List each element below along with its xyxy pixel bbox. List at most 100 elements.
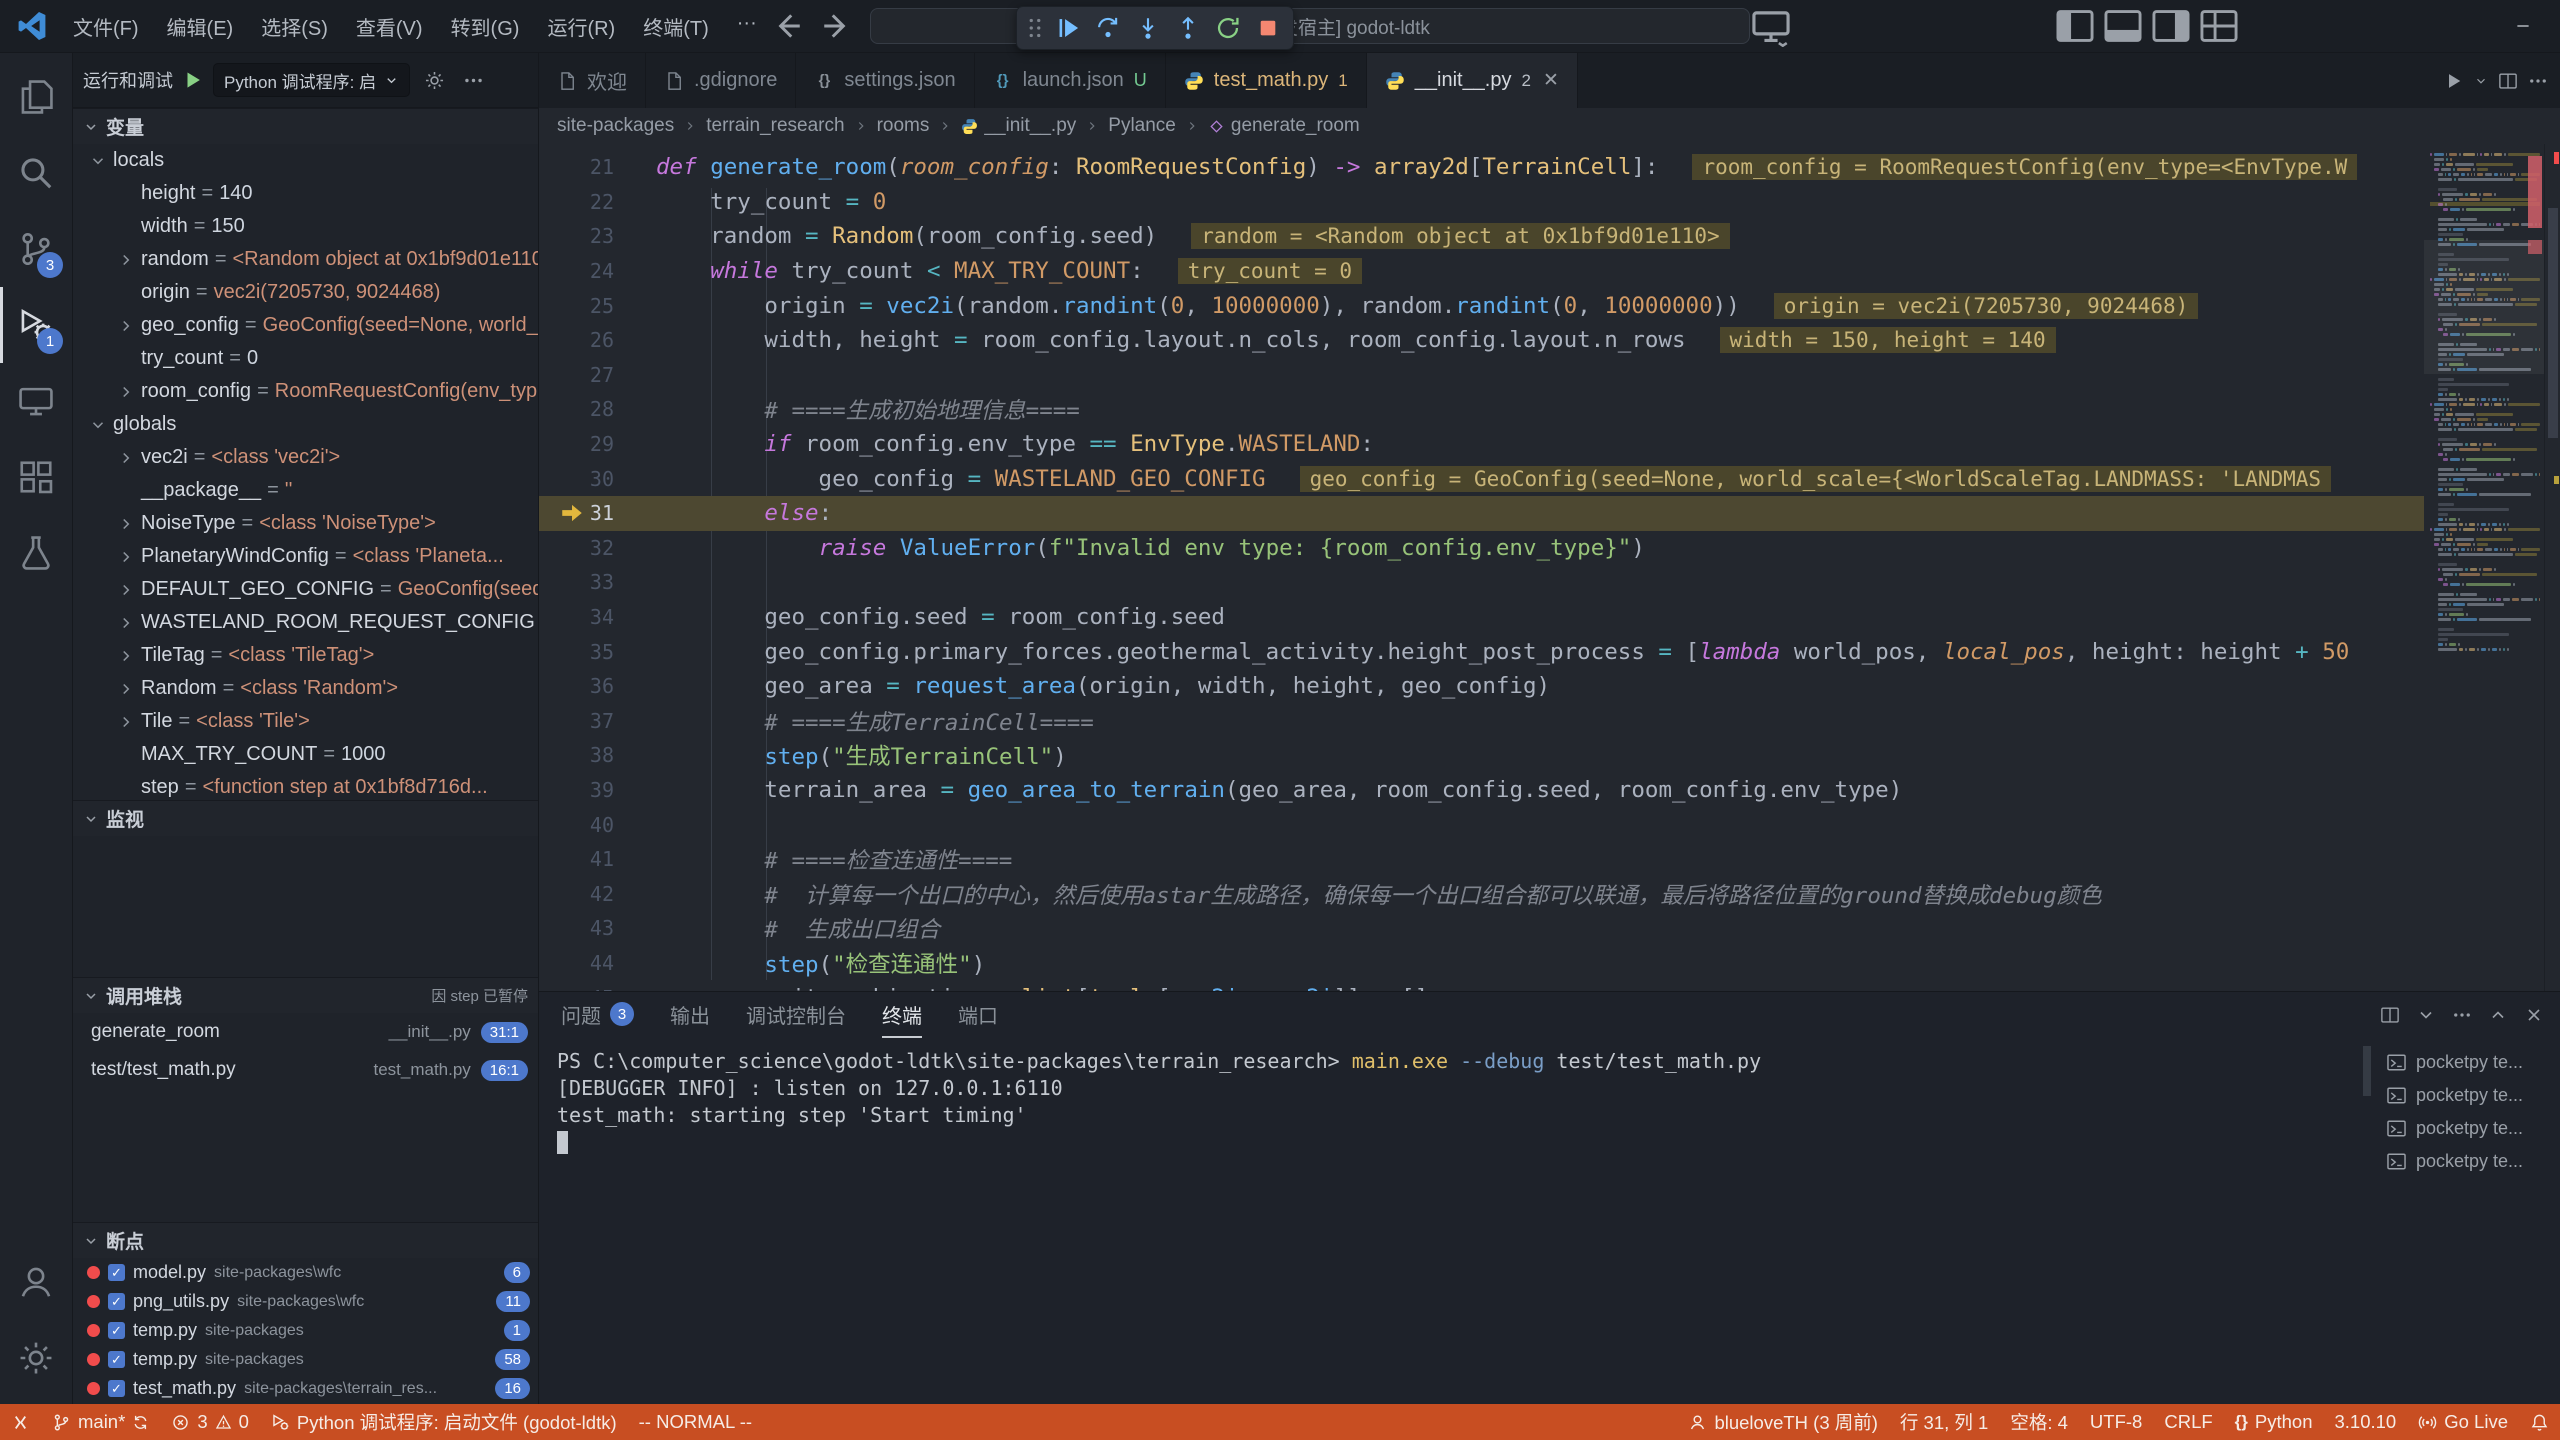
statusbar-item[interactable]: main* [41, 1404, 160, 1440]
remote-window-icon[interactable] [1750, 7, 1792, 45]
code-line-27[interactable]: 27 [539, 358, 2424, 393]
variables-group-locals[interactable]: locals [73, 144, 538, 177]
menu-item[interactable]: 选择(S) [248, 7, 341, 46]
activity-scm[interactable]: 3 [0, 211, 72, 287]
breakpoint-checkbox[interactable]: ✓ [108, 1264, 125, 1281]
statusbar-item[interactable]: blueloveTH (3 周前) [1677, 1404, 1888, 1440]
breadcrumb-item[interactable]: generate_room [1208, 115, 1360, 137]
statusbar-item[interactable]: Go Live [2407, 1404, 2519, 1440]
callstack-frame[interactable]: test/test_math.pytest_math.py16:1 [73, 1051, 538, 1089]
code-line-25[interactable]: 25 origin = vec2i(random.randint(0, 1000… [539, 288, 2424, 323]
code-line-30[interactable]: 30 geo_config = WASTELAND_GEO_CONFIGgeo_… [539, 461, 2424, 496]
activity-search[interactable] [0, 135, 72, 211]
statusbar-item[interactable]: {}Python [2224, 1404, 2324, 1440]
tab-settings.json[interactable]: {}settings.json [796, 53, 974, 108]
stop-button[interactable] [1249, 10, 1287, 46]
breakpoint-row[interactable]: ✓temp.pysite-packages1 [73, 1316, 538, 1345]
code-line-42[interactable]: 42 # 计算每一个出口的中心，然后使用astar生成路径，确保每一个出口组合都… [539, 876, 2424, 911]
window-minimize-button[interactable] [2492, 0, 2554, 52]
activity-remote[interactable] [0, 363, 72, 439]
watch-section-header[interactable]: 监视 [73, 800, 538, 836]
variable-row[interactable]: width=150 [73, 210, 538, 243]
editor-scrollbar[interactable] [2544, 144, 2560, 991]
statusbar-item[interactable]: CRLF [2153, 1404, 2223, 1440]
code-line-31[interactable]: 31 else: [539, 496, 2424, 531]
code-line-22[interactable]: 22 try_count = 0 [539, 185, 2424, 220]
breakpoint-row[interactable]: ✓test_math.pysite-packages\terrain_res..… [73, 1374, 538, 1403]
code-line-28[interactable]: 28 # ====生成初始地理信息==== [539, 392, 2424, 427]
toggle-panel-icon[interactable] [2102, 7, 2144, 45]
variable-row[interactable]: step=<function step at 0x1bf8d716d... [73, 771, 538, 800]
variable-row[interactable]: origin=vec2i(7205730, 9024468) [73, 276, 538, 309]
split-editor-icon[interactable] [2498, 71, 2518, 91]
code-line-40[interactable]: 40 [539, 807, 2424, 842]
breakpoints-section-header[interactable]: 断点 [73, 1222, 538, 1258]
code-line-37[interactable]: 37 # ====生成TerrainCell==== [539, 704, 2424, 739]
statusbar-item[interactable]: 空格: 4 [1999, 1404, 2079, 1440]
nav-forward-icon[interactable] [820, 9, 854, 43]
terminal-instance[interactable]: pocketpy te... [2374, 1046, 2560, 1079]
tab-.gdignore[interactable]: .gdignore [646, 53, 796, 108]
code-line-26[interactable]: 26 width, height = room_config.layout.n_… [539, 323, 2424, 358]
variable-row[interactable]: __package__='' [73, 474, 538, 507]
run-dropdown-icon[interactable] [2474, 74, 2488, 88]
tab-欢迎[interactable]: 欢迎 [539, 53, 646, 108]
step-over-button[interactable] [1089, 10, 1127, 46]
split-terminal-icon[interactable] [2380, 1005, 2400, 1025]
breadcrumb-item[interactable]: rooms [877, 115, 930, 137]
variable-row[interactable]: MAX_TRY_COUNT=1000 [73, 738, 538, 771]
menu-item[interactable]: 运行(R) [534, 7, 628, 46]
variables-section-header[interactable]: 变量 [73, 108, 538, 144]
tab-__init__.py[interactable]: __init__.py2✕ [1367, 53, 1578, 108]
statusbar-item[interactable]: -- NORMAL -- [628, 1404, 763, 1440]
activity-files[interactable] [0, 59, 72, 135]
breadcrumb-item[interactable]: terrain_research [706, 115, 844, 137]
variables-group-globals[interactable]: globals [73, 408, 538, 441]
code-line-44[interactable]: 44 step("检查连通性") [539, 946, 2424, 981]
menu-item[interactable]: 编辑(E) [154, 7, 247, 46]
variable-row[interactable]: try_count=0 [73, 342, 538, 375]
code-line-24[interactable]: 24 while try_count < MAX_TRY_COUNT:try_c… [539, 254, 2424, 289]
callstack-section-header[interactable]: 调用堆栈 因 step 已暂停 [73, 977, 538, 1013]
code-line-34[interactable]: 34 geo_config.seed = room_config.seed [539, 600, 2424, 635]
activity-settings[interactable] [0, 1320, 72, 1396]
breakpoint-row[interactable]: ✓png_utils.pysite-packages\wfc11 [73, 1287, 538, 1316]
terminal-instance[interactable]: pocketpy te... [2374, 1145, 2560, 1178]
terminal-output[interactable]: PS C:\computer_science\godot-ldtk\site-p… [539, 1038, 2360, 1404]
code-line-45[interactable]: 45 exit_combinations: list[tuple[vec2i, … [539, 980, 2424, 991]
code-line-38[interactable]: 38 step("生成TerrainCell") [539, 738, 2424, 773]
variable-row[interactable]: NoiseType=<class 'NoiseType'> [73, 507, 538, 540]
chevron-down-icon[interactable] [2416, 1005, 2436, 1025]
command-center-search[interactable]: [远程开发宿主] godot-ldtk [870, 8, 1750, 44]
panel-tab-输出[interactable]: 输出 [670, 992, 710, 1038]
more-actions-icon[interactable] [2528, 71, 2548, 91]
toggle-primary-sidebar-icon[interactable] [2054, 7, 2096, 45]
code-line-41[interactable]: 41 # ====检查连通性==== [539, 842, 2424, 877]
close-panel-icon[interactable] [2524, 1005, 2544, 1025]
activity-extensions[interactable] [0, 439, 72, 515]
activity-account[interactable] [0, 1244, 72, 1320]
statusbar-item[interactable] [0, 1404, 41, 1440]
continue-button[interactable] [1049, 10, 1087, 46]
terminal-instance[interactable]: pocketpy te... [2374, 1112, 2560, 1145]
variable-row[interactable]: DEFAULT_GEO_CONFIG=GeoConfig(seed=1... [73, 573, 538, 606]
variable-row[interactable]: TileTag=<class 'TileTag'> [73, 639, 538, 672]
breakpoint-row[interactable]: ✓temp.pysite-packages58 [73, 1345, 538, 1374]
customize-layout-icon[interactable] [2198, 7, 2240, 45]
more-actions-icon[interactable] [2452, 1005, 2472, 1025]
minimap[interactable] [2424, 144, 2544, 991]
statusbar-item[interactable] [2519, 1404, 2560, 1440]
statusbar-item[interactable]: Python 调试程序: 启动文件 (godot-ldtk) [260, 1404, 628, 1440]
scrollbar-thumb[interactable] [2548, 208, 2558, 438]
variable-row[interactable]: vec2i=<class 'vec2i'> [73, 441, 538, 474]
panel-tab-问题[interactable]: 问题3 [561, 992, 634, 1038]
variable-row[interactable]: geo_config=GeoConfig(seed=None, world_sc… [73, 309, 538, 342]
statusbar-item[interactable]: 行 31, 列 1 [1889, 1404, 1999, 1440]
variable-row[interactable]: PlanetaryWindConfig=<class 'Planeta... [73, 540, 538, 573]
toggle-secondary-sidebar-icon[interactable] [2150, 7, 2192, 45]
breakpoint-checkbox[interactable]: ✓ [108, 1351, 125, 1368]
menu-item[interactable]: 查看(V) [343, 7, 436, 46]
variable-row[interactable]: height=140 [73, 177, 538, 210]
code-line-29[interactable]: 29 if room_config.env_type == EnvType.WA… [539, 427, 2424, 462]
drag-grip-icon[interactable] [1023, 10, 1047, 46]
